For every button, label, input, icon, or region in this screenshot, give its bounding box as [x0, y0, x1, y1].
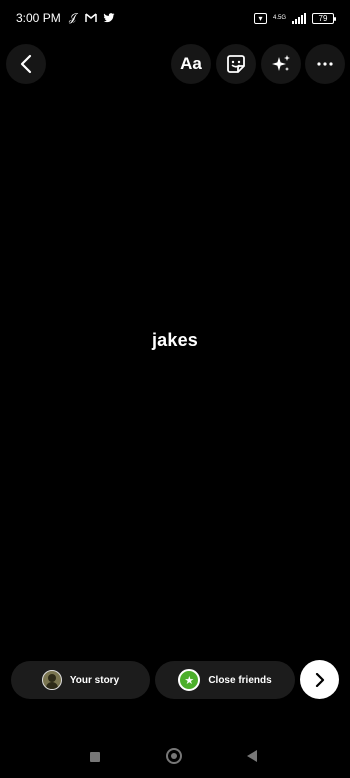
sticker-button[interactable] — [216, 44, 256, 84]
next-arrow-icon — [315, 672, 324, 687]
nav-back-icon[interactable] — [247, 750, 257, 762]
more-icon — [317, 62, 333, 66]
status-time: 3:00 PM — [16, 11, 61, 25]
effects-sparkle-icon — [272, 55, 290, 71]
home-icon[interactable] — [166, 748, 182, 764]
text-tool-label: Aa — [180, 54, 202, 73]
twitter-icon — [103, 12, 115, 24]
recents-icon[interactable] — [90, 752, 100, 762]
your-story-label: Your story — [69, 674, 120, 686]
sticker-icon — [227, 55, 245, 73]
battery-level: 79 — [318, 13, 328, 23]
back-button[interactable] — [6, 44, 46, 84]
text-tool-button[interactable]: Aa — [171, 44, 211, 84]
share-close-friends-button[interactable]: ★ Close friends — [155, 661, 295, 699]
share-your-story-button[interactable]: Your story — [11, 661, 150, 699]
battery-icon: 79 — [312, 12, 336, 24]
network-type: 4.5G — [272, 15, 286, 21]
back-icon — [20, 54, 32, 74]
status-left: 3:00 PM 𝒥 — [16, 11, 115, 25]
effects-button[interactable] — [261, 44, 301, 84]
close-friends-label: Close friends — [208, 674, 272, 686]
notification-app-icon: 𝒥 — [68, 11, 77, 24]
more-options-button[interactable] — [305, 44, 345, 84]
next-button[interactable] — [300, 660, 339, 699]
gmail-icon — [84, 12, 97, 24]
star-icon: ★ — [178, 669, 201, 691]
signal-icon — [292, 12, 306, 24]
volte-icon: ▾ — [253, 12, 267, 24]
story-text[interactable]: jakes — [0, 330, 350, 351]
system-nav-bar — [0, 738, 350, 778]
avatar — [41, 670, 62, 690]
status-bar: 3:00 PM 𝒥 ▾ 4.5G 79 — [0, 0, 350, 36]
status-right: ▾ 4.5G 79 — [253, 12, 336, 24]
